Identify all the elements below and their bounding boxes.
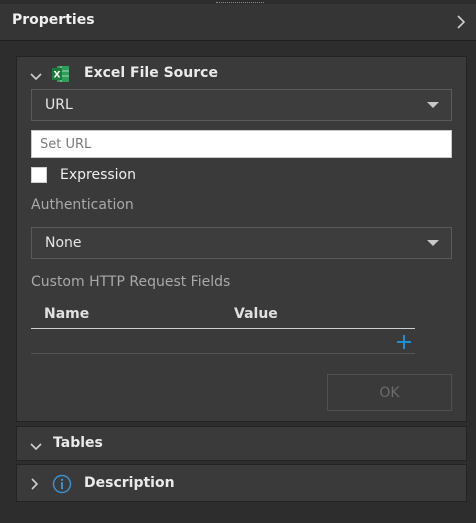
ok-button[interactable]: OK xyxy=(327,374,452,411)
tables-title: Tables xyxy=(53,435,103,451)
dropdown-arrow-icon xyxy=(427,240,439,246)
excel-file-source-header[interactable]: X Excel File Source xyxy=(17,57,466,91)
panel-title: Properties xyxy=(12,12,95,28)
excel-icon: X xyxy=(52,65,70,83)
expression-label: Expression xyxy=(60,167,136,183)
excel-file-source-section: X Excel File Source URL Expression Authe… xyxy=(16,56,467,422)
info-icon xyxy=(52,474,72,494)
chevron-right-icon[interactable] xyxy=(454,13,468,31)
chevron-right-icon xyxy=(29,476,41,490)
properties-panel: Properties X Excel File Source URL Set U… xyxy=(0,0,476,523)
description-title: Description xyxy=(84,475,175,491)
add-icon[interactable] xyxy=(395,333,413,351)
url-input[interactable] xyxy=(31,130,452,158)
chevron-down-icon xyxy=(29,68,43,81)
svg-text:X: X xyxy=(54,71,61,81)
authentication-label: Authentication xyxy=(31,197,134,213)
custom-fields-empty-row[interactable] xyxy=(31,329,415,354)
panel-header: Properties xyxy=(0,4,476,41)
chevron-down-icon xyxy=(29,438,43,451)
custom-http-fields-label: Custom HTTP Request Fields xyxy=(31,274,231,290)
excel-file-source-title: Excel File Source xyxy=(84,65,218,81)
tables-section[interactable]: Tables xyxy=(16,426,467,461)
expression-checkbox[interactable] xyxy=(31,167,47,183)
authentication-value: None xyxy=(45,235,82,251)
column-header-name: Name xyxy=(44,306,90,322)
description-section[interactable]: Description xyxy=(16,464,467,502)
source-type-value: URL xyxy=(45,97,73,113)
custom-fields-grid-header: Name Value xyxy=(31,300,415,329)
column-header-value: Value xyxy=(234,306,278,322)
dropdown-arrow-icon xyxy=(427,102,439,108)
source-type-select[interactable]: URL xyxy=(31,89,452,121)
authentication-select[interactable]: None xyxy=(31,227,452,259)
